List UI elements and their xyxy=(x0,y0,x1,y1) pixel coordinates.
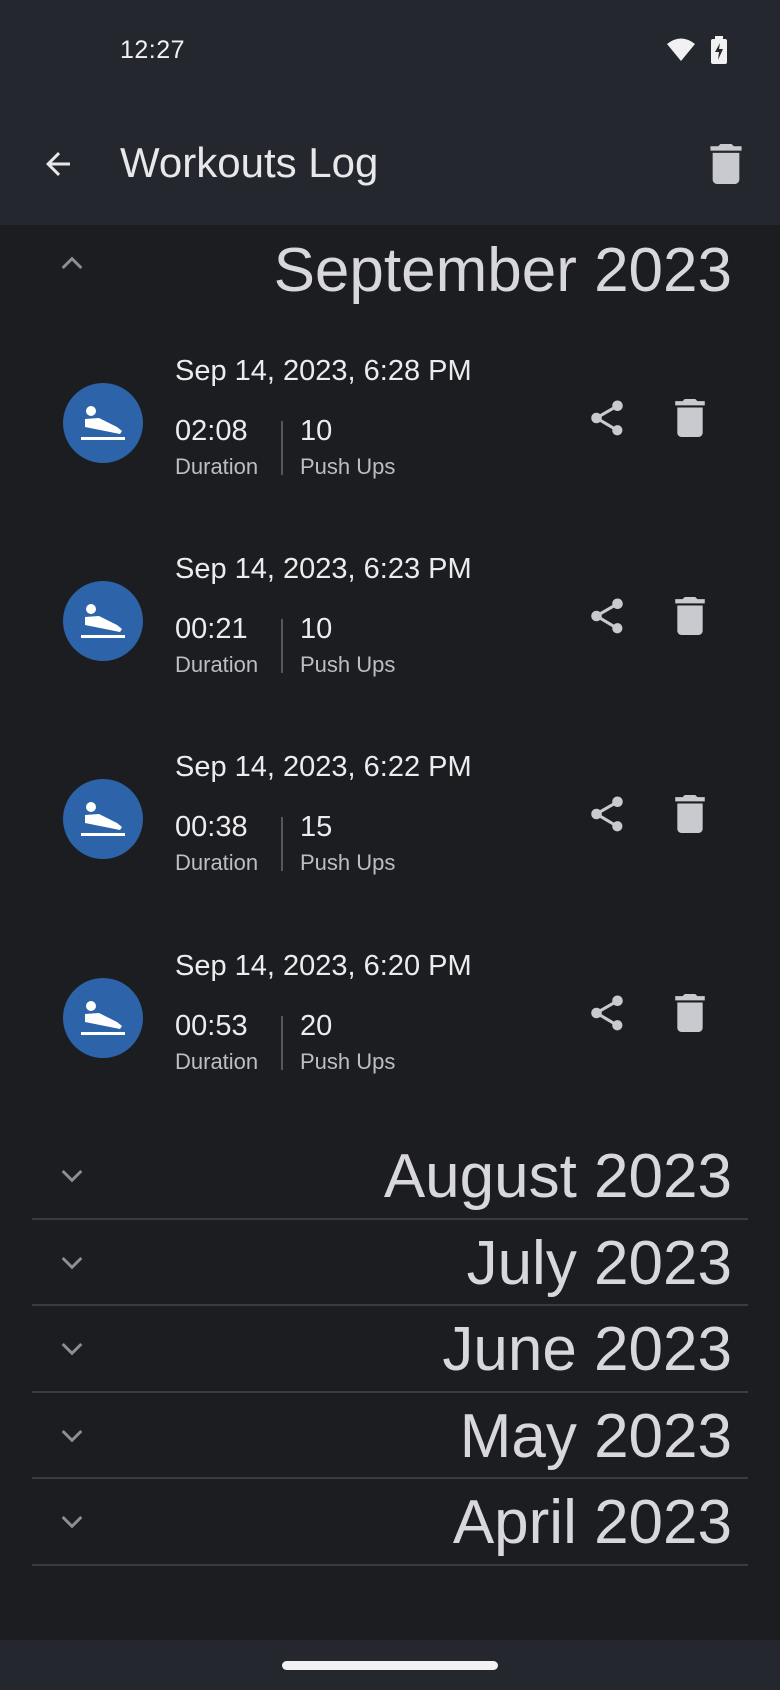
share-icon xyxy=(591,598,623,634)
delete-entry-button[interactable] xyxy=(665,393,715,443)
entry-date: Sep 14, 2023, 6:23 PM xyxy=(175,553,472,585)
wifi-icon xyxy=(667,38,695,61)
delete-entry-button[interactable] xyxy=(665,789,715,839)
home-gesture-handle[interactable] xyxy=(282,1661,498,1670)
month-label: September 2023 xyxy=(273,236,732,305)
count-label: Push Ups xyxy=(300,454,396,479)
page-title: Workouts Log xyxy=(120,139,379,186)
share-icon xyxy=(591,995,623,1031)
month-label: June 2023 xyxy=(442,1315,732,1384)
entry-count: 10 xyxy=(300,415,333,447)
chevron-up-icon xyxy=(52,244,92,284)
duration-label: Duration xyxy=(175,1049,259,1074)
status-time: 12:27 xyxy=(120,36,186,64)
entry-count: 15 xyxy=(300,811,333,843)
push-up-icon xyxy=(63,779,143,859)
chevron-down-icon xyxy=(52,1328,92,1368)
navigation-bar xyxy=(0,1640,780,1690)
entry-duration: 00:21 xyxy=(175,613,248,645)
entry-count: 10 xyxy=(300,613,333,645)
chevron-down-icon xyxy=(52,1501,92,1541)
duration-label: Duration xyxy=(175,454,259,479)
entry-duration: 00:53 xyxy=(175,1010,248,1042)
status-bar: 12:27 xyxy=(0,0,780,110)
push-up-icon xyxy=(63,383,143,463)
delete-entry-button[interactable] xyxy=(665,988,715,1038)
share-button[interactable] xyxy=(582,988,632,1038)
share-icon xyxy=(591,400,623,436)
battery-charging-icon xyxy=(711,36,727,64)
month-header-may-2023[interactable]: May 2023 xyxy=(32,1393,748,1479)
share-button[interactable] xyxy=(582,789,632,839)
month-header-july-2023[interactable]: July 2023 xyxy=(32,1220,748,1306)
month-label: July 2023 xyxy=(466,1229,732,1298)
delete-icon xyxy=(710,144,742,184)
duration-label: Duration xyxy=(175,850,259,875)
divider xyxy=(281,817,283,871)
count-label: Push Ups xyxy=(300,850,396,875)
chevron-down-icon xyxy=(52,1242,92,1282)
count-label: Push Ups xyxy=(300,1049,396,1074)
share-icon xyxy=(591,796,623,832)
arrow-back-icon xyxy=(46,152,70,176)
chevron-down-icon xyxy=(52,1155,92,1195)
delete-entry-button[interactable] xyxy=(665,591,715,641)
share-button[interactable] xyxy=(582,591,632,641)
month-label: August 2023 xyxy=(383,1142,732,1211)
workout-entry[interactable]: Sep 14, 2023, 6:28 PM 02:08 Duration 10 … xyxy=(0,343,780,528)
month-header-september-2023[interactable]: September 2023 xyxy=(32,225,748,325)
app-bar: Workouts Log xyxy=(0,110,780,225)
entry-duration: 02:08 xyxy=(175,415,248,447)
delete-icon xyxy=(675,597,705,635)
month-header-june-2023[interactable]: June 2023 xyxy=(32,1306,748,1393)
divider xyxy=(32,1564,748,1566)
month-label: May 2023 xyxy=(459,1402,732,1471)
workout-entry[interactable]: Sep 14, 2023, 6:20 PM 00:53 Duration 20 … xyxy=(0,938,780,1123)
share-button[interactable] xyxy=(582,393,632,443)
month-label: April 2023 xyxy=(452,1488,732,1557)
delete-icon xyxy=(675,399,705,437)
entry-date: Sep 14, 2023, 6:22 PM xyxy=(175,751,472,783)
month-header-april-2023[interactable]: April 2023 xyxy=(32,1479,748,1566)
push-up-icon xyxy=(63,581,143,661)
entry-date: Sep 14, 2023, 6:20 PM xyxy=(175,950,472,982)
count-label: Push Ups xyxy=(300,652,396,677)
push-up-icon xyxy=(63,978,143,1058)
month-header-august-2023[interactable]: August 2023 xyxy=(32,1133,748,1220)
entry-count: 20 xyxy=(300,1010,333,1042)
delete-icon xyxy=(675,795,705,833)
delete-icon xyxy=(675,994,705,1032)
workouts-list: September 2023 Sep 14, 2023, 6:28 PM 02:… xyxy=(0,225,780,1640)
status-icons xyxy=(666,36,728,64)
workout-entry[interactable]: Sep 14, 2023, 6:22 PM 00:38 Duration 15 … xyxy=(0,739,780,924)
delete-all-button[interactable] xyxy=(700,138,752,190)
chevron-down-icon xyxy=(52,1415,92,1455)
divider xyxy=(281,421,283,475)
duration-label: Duration xyxy=(175,652,259,677)
divider xyxy=(281,619,283,673)
entry-duration: 00:38 xyxy=(175,811,248,843)
workout-entry[interactable]: Sep 14, 2023, 6:23 PM 00:21 Duration 10 … xyxy=(0,541,780,726)
entry-date: Sep 14, 2023, 6:28 PM xyxy=(175,355,472,387)
divider xyxy=(281,1016,283,1070)
back-button[interactable] xyxy=(34,140,82,188)
